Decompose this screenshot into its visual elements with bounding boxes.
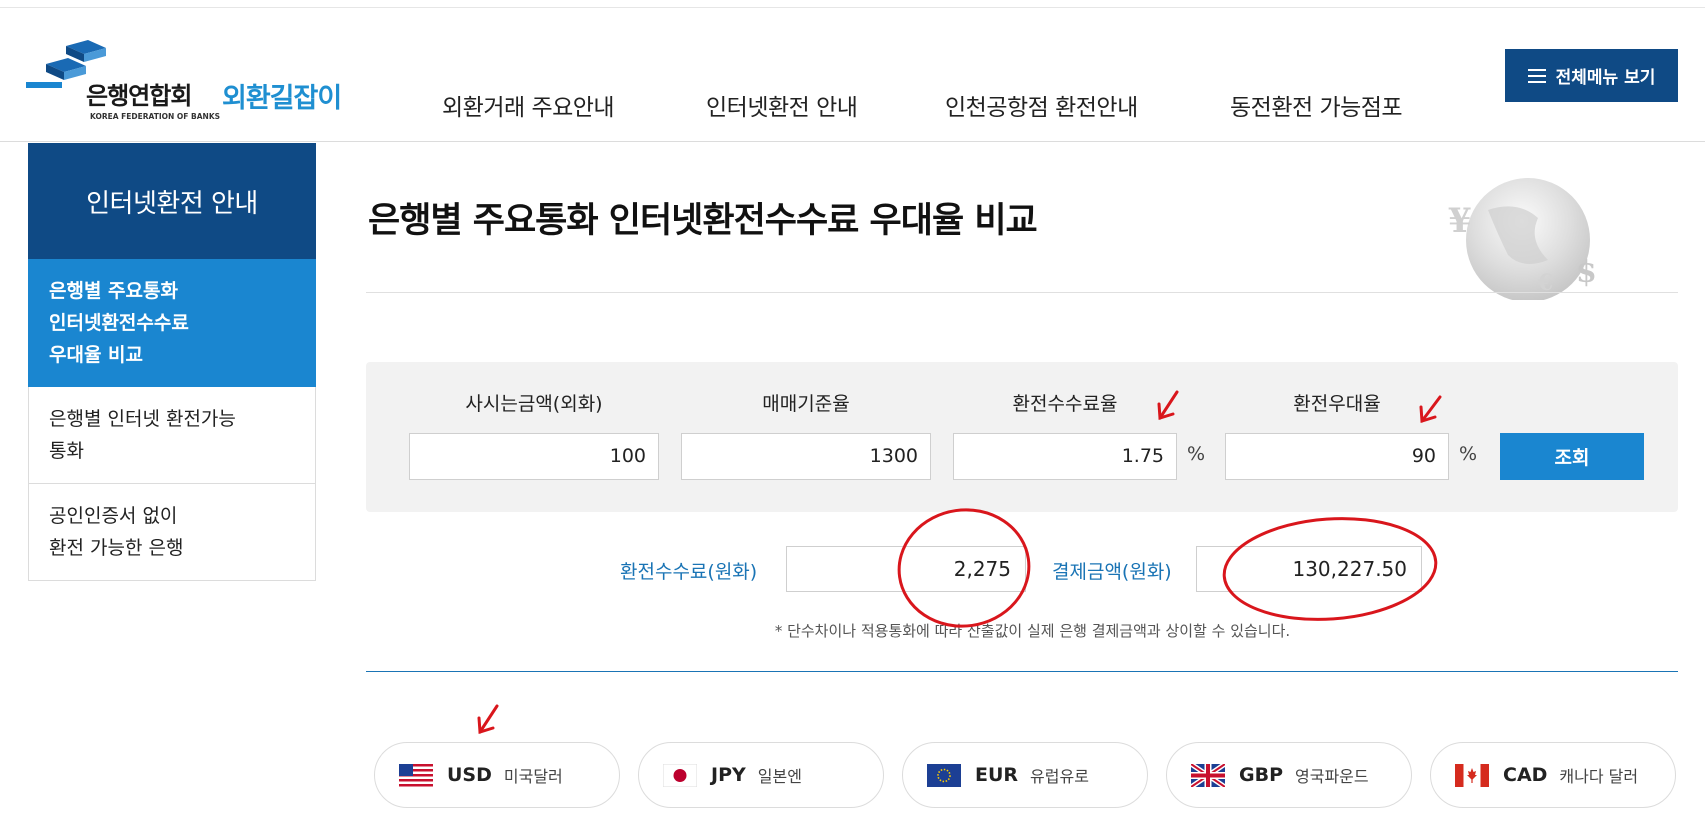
currency-tab-usd[interactable]: USD 미국달러 bbox=[374, 742, 620, 808]
currency-code: USD bbox=[447, 764, 492, 786]
pref-rate-input[interactable]: 90 bbox=[1225, 433, 1449, 480]
currency-name: 일본엔 bbox=[757, 767, 802, 786]
globe-decoration-icon: ¥ $ € bbox=[1448, 178, 1597, 300]
site-logo[interactable]: 은행연합회 KOREA FEDERATION OF BANKS 외환길잡이 bbox=[26, 38, 386, 128]
eu-flag-icon bbox=[927, 763, 961, 787]
svg-text:$: $ bbox=[1576, 255, 1597, 290]
currency-tab-gbp[interactable]: GBP 영국파운드 bbox=[1166, 742, 1412, 808]
sidebar-item-label: 인터넷환전수수료 bbox=[49, 311, 189, 334]
all-menu-button[interactable]: 전체메뉴 보기 bbox=[1505, 49, 1678, 102]
sidebar: 인터넷환전 안내 은행별 주요통화 인터넷환전수수료 우대율 비교 은행별 인터… bbox=[28, 143, 316, 581]
pref-rate-percent: % bbox=[1459, 443, 1478, 465]
annotation-arrow-icon bbox=[477, 704, 499, 734]
nav-item-internet-exchange[interactable]: 인터넷환전 안내 bbox=[706, 88, 858, 122]
base-rate-label: 매매기준율 bbox=[762, 393, 850, 415]
currency-code: GBP bbox=[1239, 764, 1284, 786]
logo-kfb-text: 은행연합회 bbox=[86, 82, 192, 110]
currency-code: JPY bbox=[711, 764, 746, 786]
fee-rate-percent: % bbox=[1187, 443, 1206, 465]
site-header: 은행연합회 KOREA FEDERATION OF BANKS 외환길잡이 외환… bbox=[0, 8, 1705, 142]
currency-tab-cad[interactable]: CAD 캐나다 달러 bbox=[1430, 742, 1676, 808]
title-divider bbox=[366, 292, 1678, 293]
calculator-form: 사시는금액(외화) 100 매매기준율 1300 환전수수료율 1.75 % 환… bbox=[366, 362, 1678, 512]
canada-flag-icon bbox=[1455, 763, 1489, 787]
fee-result-label: 환전수수료(원화) bbox=[620, 561, 758, 583]
search-button[interactable]: 조회 bbox=[1500, 433, 1644, 480]
amount-label: 사시는금액(외화) bbox=[465, 393, 603, 415]
fee-rate-input[interactable]: 1.75 bbox=[953, 433, 1177, 480]
us-flag-icon bbox=[399, 763, 433, 787]
nav-item-coin-exchange[interactable]: 동전환전 가능점포 bbox=[1230, 88, 1403, 122]
sidebar-item-fee-comparison[interactable]: 은행별 주요통화 인터넷환전수수료 우대율 비교 bbox=[28, 259, 316, 387]
disclaimer-text: * 단수차이나 적용통화에 따라 산출값이 실제 은행 결제금액과 상이할 수 … bbox=[774, 622, 1291, 640]
nav-item-incheon-airport[interactable]: 인천공항점 환전안내 bbox=[945, 88, 1138, 122]
currency-code: CAD bbox=[1503, 764, 1548, 786]
currency-name: 캐나다 달러 bbox=[1559, 767, 1639, 786]
all-menu-label: 전체메뉴 보기 bbox=[1555, 68, 1656, 88]
nav-item-fx-guide[interactable]: 외환거래 주요안내 bbox=[442, 88, 615, 122]
logo-kfb-en-text: KOREA FEDERATION OF BANKS bbox=[90, 112, 221, 121]
logo-service-title: 외환길잡이 bbox=[222, 83, 342, 114]
currency-name: 유럽유로 bbox=[1030, 767, 1089, 786]
fee-rate-label: 환전수수료율 bbox=[1012, 393, 1118, 415]
currency-tab-eur[interactable]: EUR 유럽유로 bbox=[902, 742, 1148, 808]
fee-result-value: 2,275 bbox=[786, 546, 1026, 592]
payment-result-label: 결제금액(원화) bbox=[1052, 561, 1172, 583]
hamburger-icon bbox=[1527, 68, 1546, 83]
currency-name: 영국파운드 bbox=[1295, 767, 1369, 786]
japan-flag-icon bbox=[663, 763, 697, 787]
payment-result-value: 130,227.50 bbox=[1196, 546, 1422, 592]
sidebar-item-label: 은행별 인터넷 환전가능 bbox=[49, 408, 236, 430]
sidebar-item-no-certificate[interactable]: 공인인증서 없이 환전 가능한 은행 bbox=[28, 484, 316, 581]
currency-tab-jpy[interactable]: JPY 일본엔 bbox=[638, 742, 884, 808]
page-title: 은행별 주요통화 인터넷환전수수료 우대율 비교 bbox=[368, 201, 1038, 241]
sidebar-item-label: 공인인증서 없이 bbox=[49, 505, 178, 527]
currency-code: EUR bbox=[975, 764, 1019, 786]
sidebar-item-label: 환전 가능한 은행 bbox=[49, 537, 184, 559]
amount-input[interactable]: 100 bbox=[409, 433, 659, 480]
sidebar-item-label: 은행별 주요통화 bbox=[49, 279, 178, 302]
uk-flag-icon bbox=[1191, 763, 1225, 787]
pref-rate-label: 환전우대율 bbox=[1293, 393, 1381, 415]
svg-text:¥: ¥ bbox=[1448, 201, 1472, 241]
sidebar-item-label: 우대율 비교 bbox=[49, 343, 144, 366]
section-divider bbox=[366, 671, 1678, 672]
currency-name: 미국달러 bbox=[503, 767, 563, 786]
sidebar-item-available-currencies[interactable]: 은행별 인터넷 환전가능 통화 bbox=[28, 387, 316, 484]
sidebar-item-label: 통화 bbox=[49, 440, 84, 462]
base-rate-input[interactable]: 1300 bbox=[681, 433, 931, 480]
sidebar-title: 인터넷환전 안내 bbox=[28, 143, 316, 259]
